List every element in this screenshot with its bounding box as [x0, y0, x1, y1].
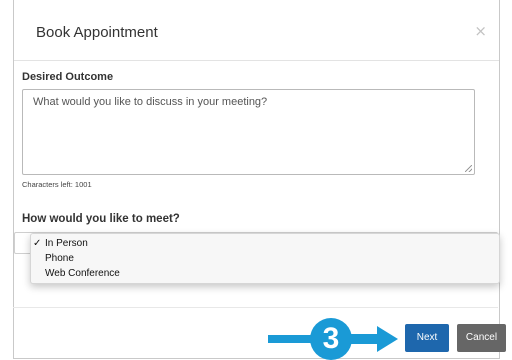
step-annotation	[268, 318, 398, 360]
page: Book Appointment × Desired Outcome What …	[0, 0, 512, 360]
arrow-right-icon	[347, 326, 398, 352]
next-button[interactable]: Next	[405, 324, 449, 352]
cancel-button[interactable]: Cancel	[457, 324, 506, 352]
step-number-badge: 3	[322, 322, 340, 355]
